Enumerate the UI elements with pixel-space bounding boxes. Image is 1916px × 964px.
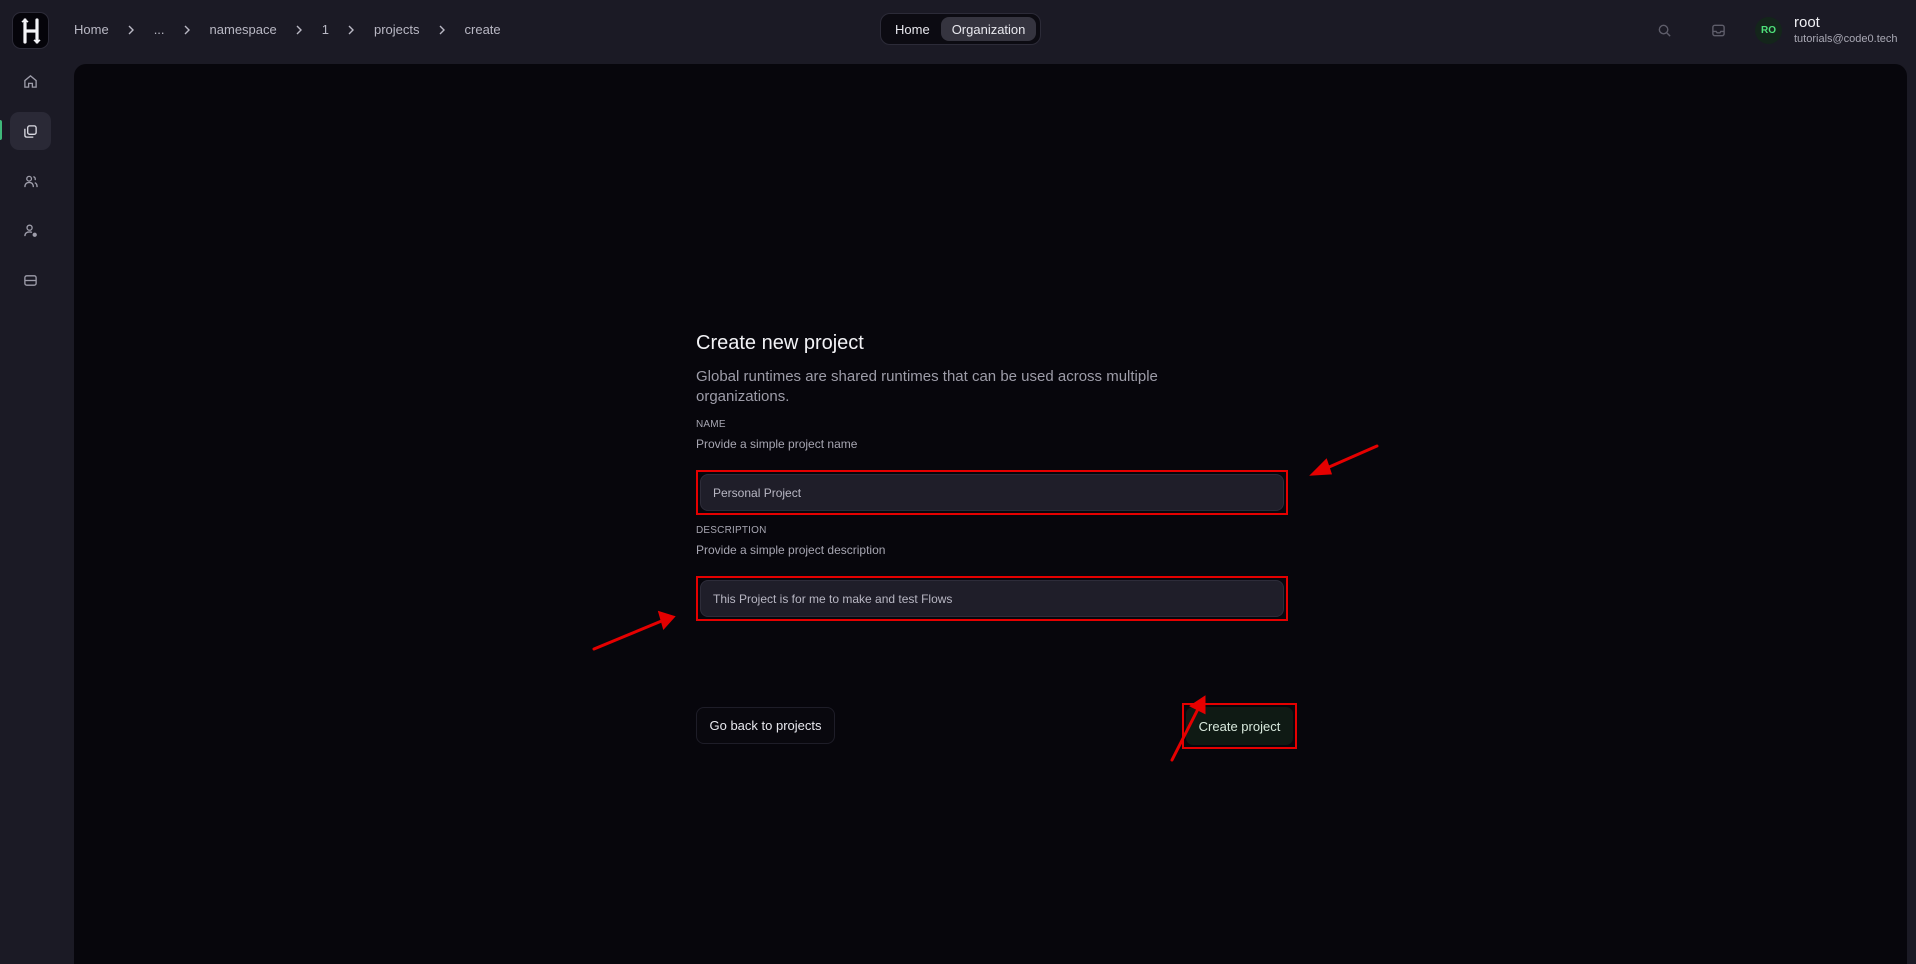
go-back-button[interactable]: Go back to projects [696, 707, 835, 744]
chevron-right-icon [295, 25, 303, 35]
chevron-right-icon [183, 25, 191, 35]
breadcrumb: Home ... namespace 1 projects create [74, 22, 501, 37]
breadcrumb-item-id[interactable]: 1 [322, 22, 329, 37]
active-nav-marker [0, 120, 2, 140]
sidebar [0, 0, 61, 945]
description-field-highlight: This Project is for me to make and test … [696, 576, 1288, 621]
name-label: NAME [696, 419, 726, 430]
user-name: root [1794, 14, 1820, 31]
runtimes-icon [24, 274, 37, 286]
create-button-highlight: Create project [1182, 703, 1297, 749]
toggle-organization[interactable]: Organization [940, 17, 1037, 41]
breadcrumb-item-ellipsis[interactable]: ... [154, 22, 165, 37]
breadcrumb-item-home[interactable]: Home [74, 22, 109, 37]
user-settings-icon [24, 223, 37, 237]
members-icon [23, 175, 38, 187]
description-help-text: Provide a simple project description [696, 543, 886, 557]
chevron-right-icon [347, 25, 355, 35]
app-logo[interactable] [12, 12, 49, 49]
name-input[interactable]: Personal Project [700, 474, 1284, 511]
search-button[interactable] [1654, 20, 1674, 40]
create-project-button[interactable]: Create project [1186, 707, 1293, 745]
home-icon [24, 74, 37, 88]
description-label: DESCRIPTION [696, 525, 767, 536]
chevron-right-icon [127, 25, 135, 35]
projects-icon [24, 124, 37, 138]
context-toggle: Home Organization [880, 13, 1041, 45]
description-input[interactable]: This Project is for me to make and test … [700, 580, 1284, 617]
breadcrumb-item-namespace[interactable]: namespace [210, 22, 277, 37]
toggle-home[interactable]: Home [884, 17, 941, 41]
sidebar-item-home[interactable] [10, 62, 51, 100]
name-help-text: Provide a simple project name [696, 437, 858, 451]
sidebar-item-user-settings[interactable] [10, 211, 51, 249]
name-field-highlight: Personal Project [696, 470, 1288, 515]
page-subtitle: Global runtimes are shared runtimes that… [696, 368, 1158, 405]
sidebar-item-projects[interactable] [10, 112, 51, 150]
inbox-button[interactable] [1708, 20, 1728, 40]
inbox-icon [1711, 24, 1725, 36]
top-bar: Home ... namespace 1 projects create Hom… [61, 0, 1916, 62]
avatar[interactable]: RO [1755, 17, 1782, 44]
breadcrumb-item-projects[interactable]: projects [374, 22, 420, 37]
search-icon [1658, 24, 1671, 37]
page-title: Create new project [696, 332, 864, 354]
breadcrumb-item-create: create [464, 22, 501, 37]
logo-icon [20, 17, 41, 44]
sidebar-item-members[interactable] [10, 162, 51, 200]
user-email: tutorials@code0.tech [1794, 33, 1898, 45]
sidebar-item-runtimes[interactable] [10, 261, 51, 299]
main-content: Create new project Global runtimes are s… [74, 64, 1907, 964]
chevron-right-icon [438, 25, 446, 35]
